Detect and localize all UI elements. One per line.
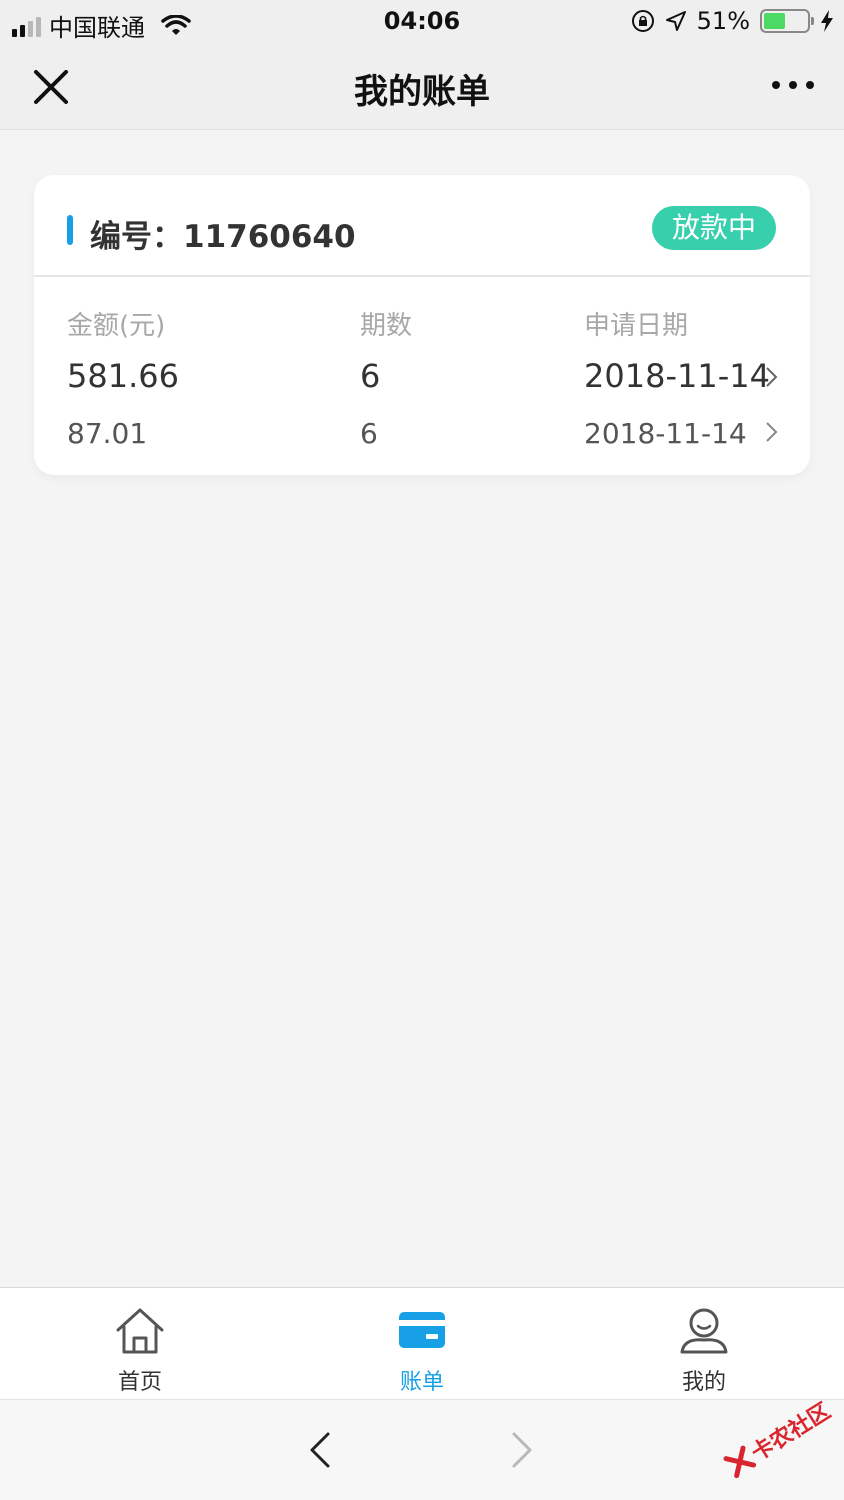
row1-date: 2018-11-14: [584, 357, 770, 395]
user-icon: [680, 1308, 728, 1354]
location-icon: [665, 11, 686, 31]
chevron-right-icon[interactable]: [764, 420, 780, 444]
chevron-right-icon[interactable]: [764, 365, 780, 389]
tab-bar: 首页 账单 我的: [0, 1287, 844, 1399]
orientation-lock-icon: [631, 10, 654, 32]
row1-periods: 6: [360, 357, 381, 395]
watermark: 卡农社区: [720, 1394, 835, 1483]
home-icon: [116, 1308, 164, 1354]
row1-amount: 581.66: [67, 357, 179, 395]
tab-mine[interactable]: 我的: [624, 1306, 784, 1396]
status-badge: 放款中: [652, 206, 776, 250]
tab-home[interactable]: 首页: [60, 1306, 220, 1396]
battery-icon: [760, 9, 814, 33]
back-arrow-icon[interactable]: [300, 1430, 340, 1470]
tab-bill[interactable]: 账单: [342, 1306, 502, 1396]
page-title: 我的账单: [354, 72, 490, 112]
tab-mine-label: 我的: [681, 1370, 726, 1395]
bill-card-header: 编号：11760640 放款中: [34, 175, 810, 277]
row2-date: 2018-11-14: [584, 417, 747, 450]
tab-bill-label: 账单: [399, 1370, 444, 1395]
accent-bar: [67, 215, 73, 245]
bill-number: 编号：11760640: [90, 219, 356, 255]
browser-toolbar: 卡农社区: [0, 1399, 844, 1500]
column-header-amount: 金额(元): [67, 311, 166, 341]
tab-home-label: 首页: [117, 1370, 162, 1395]
battery-percent: 51%: [696, 7, 750, 35]
status-right: 51%: [631, 7, 834, 35]
nav-bar: 我的账单: [0, 44, 844, 130]
card-icon: [399, 1312, 445, 1348]
more-icon[interactable]: [770, 70, 816, 100]
watermark-text: 卡农社区: [747, 1398, 836, 1467]
row2-periods: 6: [360, 417, 378, 450]
bill-card[interactable]: 编号：11760640 放款中 金额(元) 期数 申请日期 581.66 6 2…: [34, 175, 810, 475]
column-header-periods: 期数: [360, 311, 413, 341]
row2-amount: 87.01: [67, 417, 148, 450]
forward-arrow-icon[interactable]: [502, 1430, 542, 1470]
status-bar: 中国联通 04:06 51%: [0, 0, 844, 44]
charging-icon: [821, 10, 833, 32]
column-header-date: 申请日期: [584, 311, 689, 341]
